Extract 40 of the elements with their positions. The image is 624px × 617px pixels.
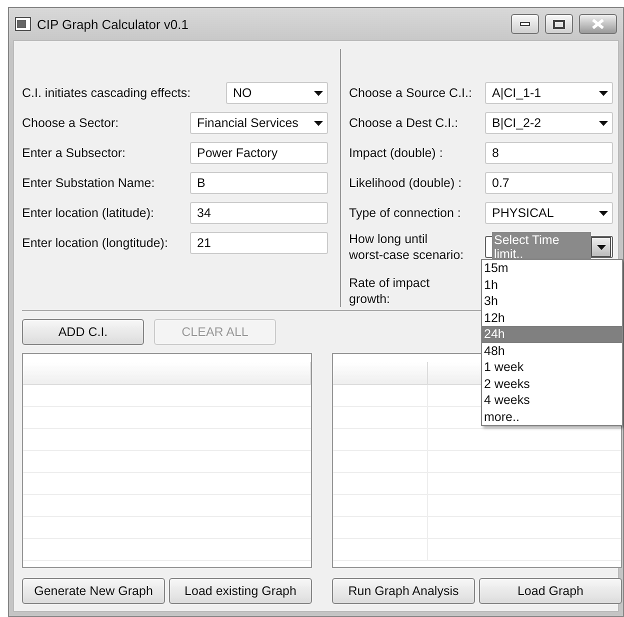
menu-item[interactable]: more..	[482, 408, 622, 425]
field-label: How long until worst-case scenario:	[349, 231, 465, 263]
dropdown[interactable]: A|CI_1-1	[485, 82, 613, 104]
menu-item[interactable]: 12h	[482, 310, 622, 326]
input-field[interactable]: 0.7	[485, 172, 613, 194]
field-label: Enter Substation Name:	[22, 175, 156, 191]
dropdown[interactable]: NO	[226, 82, 328, 104]
menu-item[interactable]: 1 week	[482, 359, 622, 376]
field-label: Enter location (longtitude):	[22, 235, 169, 251]
menu-item[interactable]: 15m	[482, 260, 622, 276]
field-label: Rate of impact growth:	[349, 275, 431, 307]
menu-item[interactable]: 4 weeks	[482, 392, 622, 408]
dropdown[interactable]: B|CI_2-2	[485, 112, 613, 134]
field-label: Choose a Source C.I.:	[349, 85, 473, 101]
action-button[interactable]: Run Graph Analysis	[332, 578, 475, 604]
field-label: Enter a Subsector:	[22, 145, 127, 161]
field-label: Enter location (latitude):	[22, 205, 156, 221]
field-label: Choose a Sector:	[22, 115, 120, 131]
menu-item[interactable]: 1h	[482, 276, 622, 293]
input-field[interactable]: Power Factory	[190, 142, 328, 164]
field-label: Impact (double) :	[349, 145, 444, 161]
menu-item[interactable]: 24h	[482, 326, 622, 342]
input-field[interactable]: 8	[485, 142, 613, 164]
field-label: C.I. initiates cascading effects:	[22, 85, 192, 101]
menu-item[interactable]: 48h	[482, 342, 622, 359]
dropdown[interactable]: Financial Services	[190, 112, 328, 134]
action-button[interactable]: Load Graph	[479, 578, 622, 604]
input-field[interactable]: 21	[190, 232, 328, 254]
action-button[interactable]: ADD C.I.	[22, 319, 144, 345]
action-button[interactable]: Generate New Graph	[22, 578, 165, 604]
input-field[interactable]: B	[190, 172, 328, 194]
input-field[interactable]: 34	[190, 202, 328, 224]
dropdown[interactable]: PHYSICAL	[485, 202, 613, 224]
menu-item[interactable]: 3h	[482, 293, 622, 310]
action-button[interactable]: Load existing Graph	[169, 578, 312, 604]
field-label: Type of connection :	[349, 205, 462, 221]
menu-item[interactable]: 2 weeks	[482, 376, 622, 392]
field-label: Choose a Dest C.I.:	[349, 115, 460, 131]
field-label: Likelihood (double) :	[349, 175, 463, 191]
window-title: CIP Graph Calculator v0.1	[37, 16, 190, 32]
